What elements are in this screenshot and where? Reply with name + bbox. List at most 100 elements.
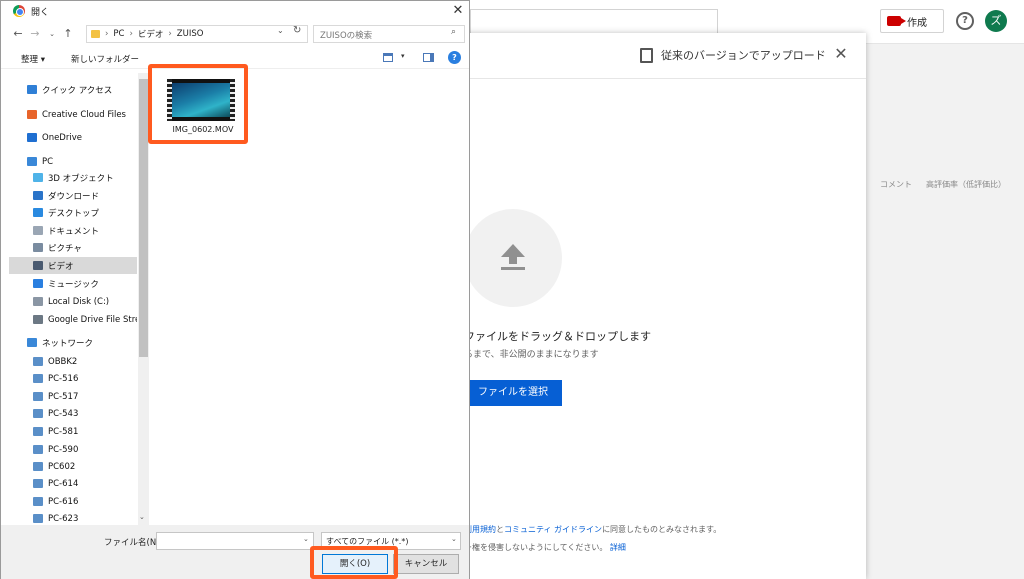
breadcrumb-separator-icon: › [168,29,172,39]
back-arrow-icon[interactable]: ← [11,26,25,42]
close-icon[interactable]: ✕ [832,45,850,63]
creative-cloud-icon [27,110,37,119]
sidebar-item-label: PC [42,156,54,167]
folder-search-input[interactable]: ZUISOの検索 [313,25,465,43]
sidebar-item-21[interactable]: PC602 [9,458,137,475]
breadcrumb-separator-icon: › [105,29,109,39]
column-like-ratio: 高評価率（低評価比） [926,179,1006,189]
file-highlight-box [148,64,248,144]
breadcrumb-zuiso[interactable]: ZUISO [177,29,204,39]
filename-label: ファイル名(N): [104,538,163,548]
terms-line: 利用規約とコミュニティ ガイドラインに同意したものとみなされます。 [464,524,721,535]
sidebar-item-14[interactable]: ネットワーク [9,334,137,351]
cancel-button[interactable]: キャンセル [393,554,459,574]
terms-suffix: に同意したものとみなされます。 [602,525,722,534]
desktop-icon [33,208,43,217]
address-bar[interactable]: › PC › ビデオ › ZUISO [86,25,308,43]
close-icon[interactable]: ✕ [450,3,466,19]
address-bar-row: ← → ⌄ ↑ › PC › ビデオ › ZUISO ⌄ ↻ ZUISOの検索 … [1,23,469,45]
search-icon[interactable]: ⌕ [451,27,456,37]
table-header: コメント 高評価率（低評価比） [866,170,1024,198]
sidebar-item-1[interactable]: クイック アクセス [9,81,137,98]
view-options-icon[interactable] [383,53,393,62]
up-arrow-icon[interactable]: ↑ [61,26,75,42]
sidebar-item-19[interactable]: PC-581 [9,423,137,440]
cube-icon [33,173,43,182]
sidebar-item-20[interactable]: PC-590 [9,441,137,458]
sidebar-item-label: OBBK2 [48,356,78,367]
legacy-upload-link[interactable]: 従来のバージョンでアップロード [640,47,826,63]
sidebar-item-13[interactable]: Google Drive File Stream [9,311,137,328]
guidelines-link[interactable]: コミュニティ ガイドライン [504,525,602,534]
help-icon[interactable]: ? [448,51,461,64]
sidebar-item-label: PC-614 [48,478,79,489]
navigation-pane: クイック アクセス Creative Cloud Files OneDrive PC 3… [9,73,149,525]
sidebar-item-24[interactable]: PC-623 [9,510,137,525]
sidebar-item-9[interactable]: ピクチャ [9,239,137,256]
sidebar-item-16[interactable]: PC-516 [9,370,137,387]
forward-arrow-icon[interactable]: → [28,26,42,42]
preview-pane-icon[interactable] [423,53,434,62]
network-icon [27,338,37,347]
star-icon [27,85,37,94]
sidebar-item-label: OneDrive [42,132,82,143]
filename-input[interactable] [156,532,314,550]
sidebar-item-3[interactable]: OneDrive [9,129,137,146]
help-icon[interactable]: ? [956,12,974,30]
sidebar-item-15[interactable]: OBBK2 [9,353,137,370]
sidebar-item-11[interactable]: ミュージック [9,275,137,292]
recent-dropdown-icon[interactable]: ⌄ [45,26,59,42]
scrollbar-thumb[interactable] [139,79,148,357]
upload-drop-zone[interactable] [464,209,562,307]
music-icon [33,279,43,288]
sidebar-item-6[interactable]: ダウンロード [9,187,137,204]
picture-icon [33,243,43,252]
computer-icon [33,427,43,436]
view-dropdown-icon[interactable]: ▾ [401,52,405,60]
computer-icon [33,392,43,401]
sidebar-item-18[interactable]: PC-543 [9,405,137,422]
refresh-icon[interactable]: ↻ [293,25,301,36]
address-dropdown-icon[interactable]: ⌄ [277,26,284,35]
sidebar-item-10[interactable]: ビデオ [9,257,137,274]
sidebar-item-7[interactable]: デスクトップ [9,204,137,221]
sidebar-item-23[interactable]: PC-616 [9,493,137,510]
create-button[interactable]: 作成 [880,9,944,33]
sidebar-item-label: ミュージック [48,279,99,290]
scroll-down-icon[interactable]: ⌄ [139,513,145,521]
breadcrumb-video[interactable]: ビデオ [138,28,164,40]
sidebar-item-22[interactable]: PC-614 [9,475,137,492]
chrome-icon [13,5,25,17]
privacy-note: るまで、非公開のままになります [464,350,599,360]
breadcrumb-separator-icon: › [129,29,133,39]
column-comments: コメント [880,179,912,189]
new-folder-button[interactable]: 新しいフォルダー [71,53,139,65]
sidebar-item-label: ダウンロード [48,191,100,202]
details-link[interactable]: 詳細 [610,543,626,552]
upload-arrow-icon [501,244,525,270]
sidebar-item-label: PC-516 [48,373,79,384]
sidebar-item-5[interactable]: 3D オブジェクト [9,169,137,186]
video-camera-icon [887,16,906,26]
organize-menu[interactable]: 整理 ▾ [21,53,45,65]
computer-icon [33,462,43,471]
sidebar-item-17[interactable]: PC-517 [9,388,137,405]
sidebar-item-2[interactable]: Creative Cloud Files [9,106,137,123]
search-box[interactable] [470,9,718,35]
sidebar-item-label: PC-616 [48,496,79,507]
breadcrumb-pc[interactable]: PC [113,29,124,39]
filename-dropdown-icon[interactable]: ⌄ [303,535,309,543]
sidebar-item-label: PC-517 [48,391,79,402]
upload-dialog-header: 従来のバージョンでアップロード ✕ [462,33,866,79]
sidebar-item-label: Google Drive File Stream [48,314,137,325]
sidebar-item-12[interactable]: Local Disk (C:) [9,293,137,310]
dialog-footer: ファイル名(N): ⌄ すべてのファイル (*.*) ⌄ 開く(O) キャンセル [1,525,469,579]
create-label: 作成 [907,17,927,29]
avatar[interactable]: ズ [985,10,1007,32]
legacy-upload-label: 従来のバージョンでアップロード [661,49,826,62]
file-type-dropdown-icon[interactable]: ⌄ [451,535,457,543]
sidebar-item-label: ピクチャ [48,243,82,254]
sidebar-item-4[interactable]: PC [9,153,137,170]
sidebar-item-8[interactable]: ドキュメント [9,222,137,239]
select-file-button[interactable]: ファイルを選択 [464,380,562,406]
